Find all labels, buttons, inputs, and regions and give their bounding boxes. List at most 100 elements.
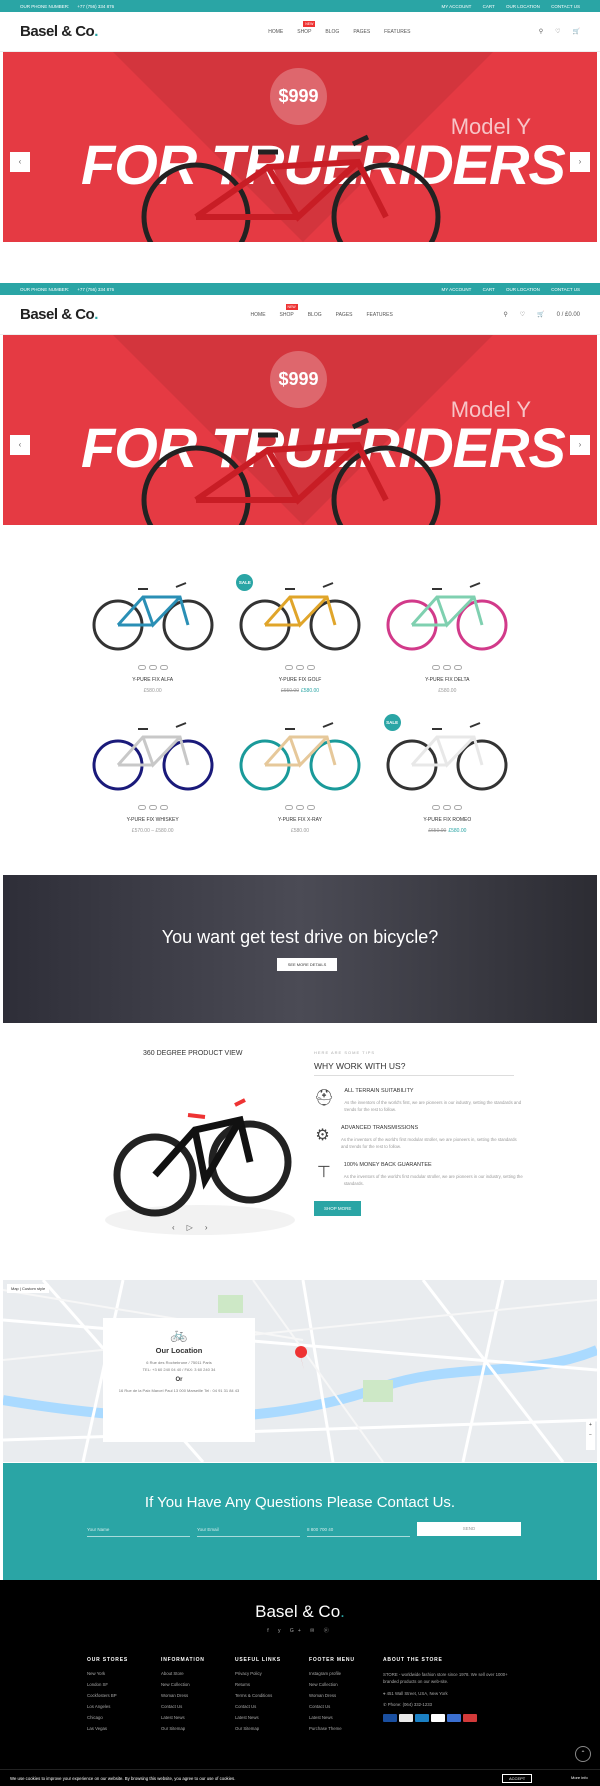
swatch-option[interactable] (148, 665, 157, 670)
footer-link[interactable]: About Store (161, 1671, 205, 1676)
hero-next-arrow-2[interactable]: › (570, 435, 590, 455)
rotate-right-icon[interactable]: › (205, 1223, 220, 1232)
nav-pages[interactable]: PAGES (353, 29, 370, 35)
topbar-link-account-2[interactable]: MY ACCOUNT (442, 287, 472, 292)
phone-field[interactable]: 8 800 700 40 (307, 1527, 410, 1537)
footer-link[interactable]: New Collection (161, 1682, 205, 1687)
swatch-option[interactable] (295, 665, 304, 670)
footer-link[interactable]: Terms & Conditions (235, 1693, 281, 1698)
nav-pages-2[interactable]: PAGES (336, 312, 353, 318)
footer-link[interactable]: Privacy Policy (235, 1671, 281, 1676)
footer-link[interactable]: Our Sitemap (161, 1726, 205, 1731)
phone-number-2[interactable]: +77 (756) 334 876 (77, 287, 114, 292)
nav-features-2[interactable]: FEATURES (366, 312, 392, 318)
product-card[interactable]: Y-PURE FIX DELTA £580.00 (382, 570, 513, 694)
product-image[interactable] (382, 570, 513, 660)
footer-link[interactable]: New Collection (309, 1682, 355, 1687)
hero-next-arrow[interactable]: › (570, 152, 590, 172)
shop-more-button[interactable]: SHOP MORE (314, 1201, 362, 1216)
nav-features[interactable]: FEATURES (384, 29, 410, 35)
swatch-option[interactable] (443, 805, 452, 810)
product-image[interactable]: SALE (234, 570, 365, 660)
topbar-link-contact-2[interactable]: CONTACT US (551, 287, 580, 292)
product-name[interactable]: Y-PURE FIX ROMEO (382, 817, 513, 823)
search-icon[interactable]: ⚲ (539, 28, 543, 35)
nav-home[interactable]: HOME (268, 29, 283, 35)
product-card[interactable]: SALE Y-PURE FIX ROMEO £650.00 £580.00 (382, 710, 513, 834)
site-logo[interactable]: Basel & Co. (20, 23, 180, 40)
nav-blog[interactable]: BLOG (325, 29, 339, 35)
product-name[interactable]: Y-PURE FIX X-RAY (234, 817, 365, 823)
swatch-option[interactable] (306, 665, 315, 670)
wishlist-icon[interactable]: ♡ (555, 28, 560, 35)
footer-link[interactable]: Latest News (161, 1715, 205, 1720)
topbar-link-cart-2[interactable]: CART (483, 287, 495, 292)
topbar-link-location-2[interactable]: OUR LOCATION (506, 287, 540, 292)
nav-blog-2[interactable]: BLOG (308, 312, 322, 318)
swatch-option[interactable] (148, 805, 157, 810)
footer-link[interactable]: Chicago (87, 1715, 128, 1720)
social-icons[interactable]: f y G+ ✉ ⓟ (0, 1627, 600, 1634)
topbar-link-account[interactable]: MY ACCOUNT (442, 4, 472, 9)
name-field[interactable]: Your Name (87, 1527, 190, 1537)
product-image[interactable] (234, 710, 365, 800)
product-image[interactable] (87, 710, 218, 800)
product-card[interactable]: Y-PURE FIX WHISKEY £570.00 – £580.00 (87, 710, 218, 834)
email-field[interactable]: Your Email (197, 1527, 300, 1537)
zoom-out-icon[interactable]: − (586, 1430, 595, 1440)
product-name[interactable]: Y-PURE FIX DELTA (382, 677, 513, 683)
product-card[interactable]: SALE Y-PURE FIX GOLF £650.00 £580.00 (234, 570, 365, 694)
footer-link[interactable]: New York (87, 1671, 128, 1676)
wishlist-icon[interactable]: ♡ (520, 311, 525, 318)
swatch-option[interactable] (159, 805, 168, 810)
footer-link[interactable]: Latest News (309, 1715, 355, 1720)
product-name[interactable]: Y-PURE FIX GOLF (234, 677, 365, 683)
map-type-custom[interactable]: Custom style (22, 1286, 45, 1291)
nav-shop-2[interactable]: SHOP NEW (280, 303, 298, 318)
phone-number[interactable]: +77 (756) 334 876 (77, 4, 114, 9)
swatch-option[interactable] (284, 665, 293, 670)
footer-link[interactable]: Las Vegas (87, 1726, 128, 1731)
view360-bike-image[interactable] (100, 1070, 300, 1240)
topbar-link-contact[interactable]: CONTACT US (551, 4, 580, 9)
footer-link[interactable]: London SF (87, 1682, 128, 1687)
cookie-accept-button[interactable]: ACCEPT (502, 1774, 533, 1783)
footer-link[interactable]: Returns (235, 1682, 281, 1687)
footer-link[interactable]: Instagram profile (309, 1671, 355, 1676)
swatch-option[interactable] (306, 805, 315, 810)
scroll-top-button[interactable]: ⌃ (575, 1746, 591, 1762)
send-button[interactable]: SEND (417, 1522, 521, 1536)
swatch-option[interactable] (432, 665, 441, 670)
product-name[interactable]: Y-PURE FIX ALFA (87, 677, 218, 683)
swatch-option[interactable] (454, 665, 463, 670)
footer-link[interactable]: Contact Us (235, 1704, 281, 1709)
rotate-left-icon[interactable]: ‹ (172, 1223, 187, 1232)
swatch-option[interactable] (295, 805, 304, 810)
cart-icon[interactable]: 🛒 (537, 311, 544, 318)
swatch-option[interactable] (137, 665, 146, 670)
swatch-option[interactable] (159, 665, 168, 670)
footer-link[interactable]: Purchase Theme (309, 1726, 355, 1731)
footer-link[interactable]: Woman Dress (309, 1693, 355, 1698)
footer-link[interactable]: Cockfosters BP (87, 1693, 128, 1698)
swatch-option[interactable] (432, 805, 441, 810)
search-icon[interactable]: ⚲ (503, 311, 507, 318)
topbar-link-location[interactable]: OUR LOCATION (506, 4, 540, 9)
swatch-option[interactable] (284, 805, 293, 810)
product-card[interactable]: Y-PURE FIX ALFA £580.00 (87, 570, 218, 694)
footer-logo[interactable]: Basel & Co. (0, 1602, 600, 1622)
swatch-option[interactable] (443, 665, 452, 670)
hero-prev-arrow[interactable]: ‹ (10, 152, 30, 172)
product-image[interactable] (87, 570, 218, 660)
cookie-more-link[interactable]: More info (571, 1775, 588, 1780)
topbar-link-cart[interactable]: CART (483, 4, 495, 9)
location-map[interactable]: Map | Custom style 🚲 Our Location 6 Rue … (3, 1280, 597, 1462)
nav-shop[interactable]: SHOP NEW (297, 20, 316, 35)
product-image[interactable]: SALE (382, 710, 513, 800)
zoom-in-icon[interactable]: + (586, 1420, 595, 1430)
footer-link[interactable]: Contact Us (161, 1704, 205, 1709)
cart-icon[interactable]: 🛒 (573, 28, 580, 35)
map-type-map[interactable]: Map (11, 1286, 19, 1291)
site-logo-2[interactable]: Basel & Co. (20, 306, 180, 323)
play-icon[interactable]: ▷ (187, 1223, 205, 1232)
